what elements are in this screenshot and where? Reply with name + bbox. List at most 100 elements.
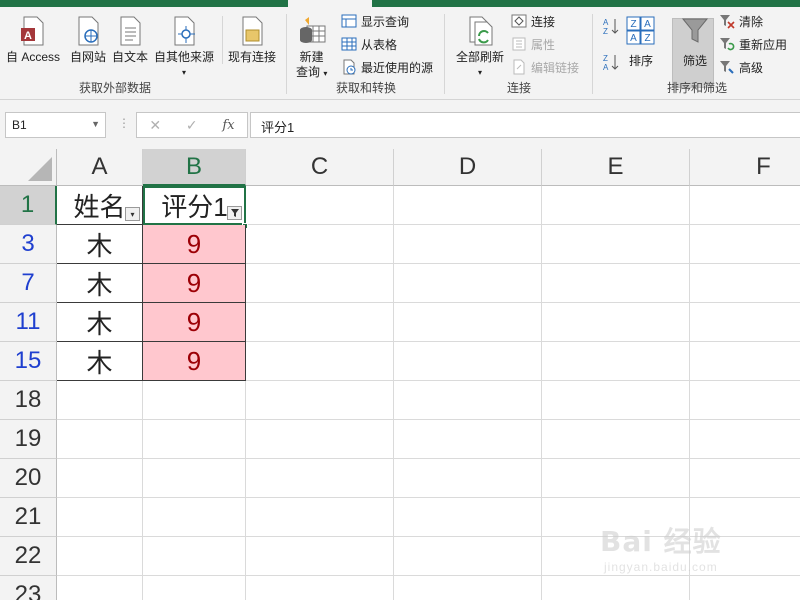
empty-cell[interactable]: [394, 576, 542, 600]
row-header[interactable]: 23: [0, 576, 57, 600]
empty-cell[interactable]: [57, 576, 143, 600]
row-header[interactable]: 1: [0, 186, 57, 225]
properties-button[interactable]: 属性: [510, 34, 555, 54]
empty-cell[interactable]: [246, 225, 394, 264]
row-header[interactable]: 18: [0, 381, 57, 420]
empty-cell[interactable]: [246, 420, 394, 459]
empty-cell[interactable]: [246, 537, 394, 576]
column-header-e[interactable]: E: [542, 149, 690, 186]
row-header[interactable]: 22: [0, 537, 57, 576]
name-box[interactable]: B1 ▼: [5, 112, 106, 138]
row-header[interactable]: 19: [0, 420, 57, 459]
column-header-f[interactable]: F: [690, 149, 800, 186]
empty-cell[interactable]: [542, 264, 690, 303]
from-web-button[interactable]: 自网站: [70, 14, 106, 65]
cell-a3[interactable]: 木: [57, 225, 143, 264]
empty-cell[interactable]: [246, 459, 394, 498]
cell-a15[interactable]: 木: [57, 342, 143, 381]
empty-cell[interactable]: [246, 498, 394, 537]
refresh-all-button[interactable]: 全部刷新 ▾: [456, 14, 504, 80]
formula-bar-grip[interactable]: ⋮: [118, 116, 130, 130]
advanced-filter-button[interactable]: 高级: [718, 57, 763, 77]
empty-cell[interactable]: [542, 342, 690, 381]
empty-cell[interactable]: [542, 303, 690, 342]
formula-input[interactable]: 评分1: [250, 112, 800, 138]
empty-cell[interactable]: [143, 576, 246, 600]
empty-cell[interactable]: [394, 225, 542, 264]
empty-cell[interactable]: [394, 498, 542, 537]
row-header[interactable]: 20: [0, 459, 57, 498]
empty-cell[interactable]: [143, 498, 246, 537]
from-access-button[interactable]: A 自 Access: [6, 14, 60, 65]
empty-cell[interactable]: [394, 420, 542, 459]
empty-cell[interactable]: [542, 186, 690, 225]
recent-sources-button[interactable]: 最近使用的源: [340, 57, 433, 77]
from-table-button[interactable]: 从表格: [340, 34, 397, 54]
cell-a1[interactable]: 姓名 ▾: [57, 186, 143, 225]
sort-button[interactable]: ZAAZ 排序: [626, 14, 656, 69]
cell-a11[interactable]: 木: [57, 303, 143, 342]
cell-b15[interactable]: 9: [143, 342, 246, 381]
empty-cell[interactable]: [246, 342, 394, 381]
empty-cell[interactable]: [394, 381, 542, 420]
empty-cell[interactable]: [690, 264, 800, 303]
column-header-d[interactable]: D: [394, 149, 542, 186]
clear-filter-button[interactable]: 清除: [718, 11, 763, 31]
cell-b11[interactable]: 9: [143, 303, 246, 342]
reapply-button[interactable]: 重新应用: [718, 34, 787, 54]
empty-cell[interactable]: [542, 225, 690, 264]
cell-b7[interactable]: 9: [143, 264, 246, 303]
column-header-a[interactable]: A: [57, 149, 143, 186]
empty-cell[interactable]: [246, 381, 394, 420]
empty-cell[interactable]: [690, 225, 800, 264]
empty-cell[interactable]: [542, 381, 690, 420]
filter-dropdown-icon[interactable]: ▾: [125, 207, 140, 221]
empty-cell[interactable]: [690, 303, 800, 342]
new-query-button[interactable]: 新建 查询 ▾: [296, 14, 327, 81]
column-header-c[interactable]: C: [246, 149, 394, 186]
row-header[interactable]: 15: [0, 342, 57, 381]
empty-cell[interactable]: [394, 303, 542, 342]
empty-cell[interactable]: [690, 459, 800, 498]
show-query-button[interactable]: 显示查询: [340, 11, 409, 31]
row-header[interactable]: 21: [0, 498, 57, 537]
empty-cell[interactable]: [57, 459, 143, 498]
empty-cell[interactable]: [690, 420, 800, 459]
cancel-icon[interactable]: ✕: [149, 117, 161, 134]
empty-cell[interactable]: [246, 303, 394, 342]
empty-cell[interactable]: [57, 537, 143, 576]
empty-cell[interactable]: [57, 420, 143, 459]
empty-cell[interactable]: [542, 420, 690, 459]
empty-cell[interactable]: [246, 264, 394, 303]
empty-cell[interactable]: [143, 420, 246, 459]
empty-cell[interactable]: [394, 537, 542, 576]
empty-cell[interactable]: [394, 186, 542, 225]
empty-cell[interactable]: [394, 459, 542, 498]
empty-cell[interactable]: [143, 459, 246, 498]
row-header[interactable]: 11: [0, 303, 57, 342]
empty-cell[interactable]: [57, 498, 143, 537]
empty-cell[interactable]: [143, 537, 246, 576]
filter-button[interactable]: 筛选: [680, 14, 710, 69]
sort-descending-button[interactable]: ZA: [602, 52, 623, 72]
empty-cell[interactable]: [690, 186, 800, 225]
empty-cell[interactable]: [143, 381, 246, 420]
empty-cell[interactable]: [542, 459, 690, 498]
cell-b3[interactable]: 9: [143, 225, 246, 264]
insert-function-icon[interactable]: fx: [222, 118, 234, 133]
row-header[interactable]: 7: [0, 264, 57, 303]
empty-cell[interactable]: [690, 342, 800, 381]
empty-cell[interactable]: [394, 342, 542, 381]
empty-cell[interactable]: [394, 264, 542, 303]
empty-cell[interactable]: [690, 381, 800, 420]
cell-a7[interactable]: 木: [57, 264, 143, 303]
from-other-sources-button[interactable]: 自其他来源 ▾: [154, 14, 214, 80]
row-header[interactable]: 3: [0, 225, 57, 264]
column-header-b[interactable]: B: [143, 149, 246, 186]
enter-icon[interactable]: ✓: [186, 117, 198, 134]
empty-cell[interactable]: [246, 576, 394, 600]
empty-cell[interactable]: [246, 186, 394, 225]
sort-ascending-button[interactable]: AZ: [602, 16, 623, 36]
cell-b1[interactable]: 评分1: [143, 186, 246, 225]
edit-links-button[interactable]: 编辑链接: [510, 57, 579, 77]
